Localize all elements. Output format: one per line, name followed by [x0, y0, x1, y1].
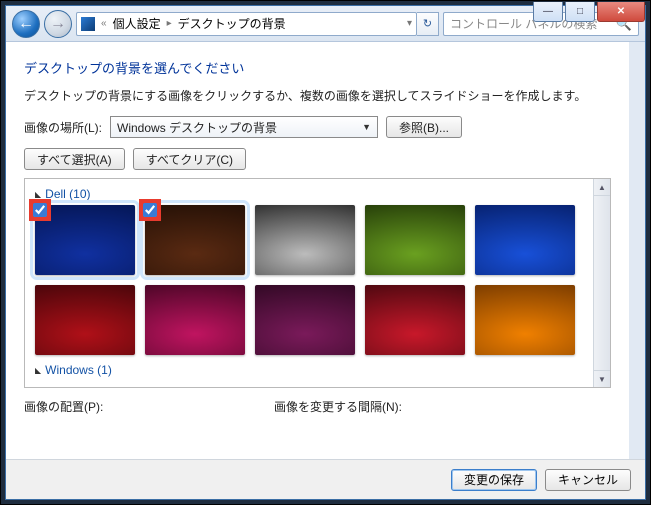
- save-button[interactable]: 変更の保存: [451, 469, 537, 491]
- chevron-icon: ▸: [167, 18, 172, 29]
- interval-label: 画像を変更する間隔(N):: [274, 398, 402, 415]
- group-header-dell-label: Dell (10): [45, 187, 90, 201]
- wallpaper-thumb-dell-brown[interactable]: [145, 205, 245, 275]
- select-all-button[interactable]: すべて選択(A): [24, 148, 125, 170]
- wallpaper-thumb-dell-red[interactable]: [35, 285, 135, 355]
- disclosure-triangle-icon: ◣: [35, 366, 41, 375]
- chevron-down-icon: ▼: [362, 122, 371, 132]
- thumb-checkbox[interactable]: [143, 203, 157, 217]
- forward-button[interactable]: →: [44, 10, 72, 38]
- breadcrumb[interactable]: « 個人設定 ▸ デスクトップの背景 ▾: [76, 12, 417, 36]
- browse-button[interactable]: 参照(B)...: [386, 116, 462, 138]
- window-right-edge: [629, 42, 645, 459]
- disclosure-triangle-icon: ◣: [35, 190, 41, 199]
- thumbnail-grid: [35, 205, 583, 355]
- wallpaper-thumb-dell-orange[interactable]: [475, 285, 575, 355]
- refresh-button[interactable]: ↻: [417, 12, 439, 36]
- location-select-value: Windows デスクトップの背景: [117, 119, 277, 136]
- breadcrumb-item-personalization[interactable]: 個人設定: [113, 15, 161, 32]
- scroll-down-arrow-icon[interactable]: ▼: [594, 370, 610, 387]
- cancel-button[interactable]: キャンセル: [545, 469, 631, 491]
- breadcrumb-dropdown-icon[interactable]: ▾: [407, 18, 412, 29]
- location-select[interactable]: Windows デスクトップの背景 ▼: [110, 116, 378, 138]
- wallpaper-thumb-dell-silver[interactable]: [255, 205, 355, 275]
- wallpaper-thumb-dell-crimson[interactable]: [365, 285, 465, 355]
- thumb-checkbox-wrap: [29, 199, 51, 221]
- back-arrow-icon: ←: [18, 15, 34, 33]
- wallpaper-thumb-dell-royal[interactable]: [475, 205, 575, 275]
- close-button[interactable]: ✕: [597, 2, 645, 22]
- thumb-checkbox[interactable]: [33, 203, 47, 217]
- window-caption-buttons: — □ ✕: [533, 2, 645, 22]
- position-label: 画像の配置(P):: [24, 398, 274, 415]
- wallpaper-thumb-dell-blue[interactable]: [35, 205, 135, 275]
- scroll-up-arrow-icon[interactable]: ▲: [594, 179, 610, 196]
- back-button[interactable]: ←: [12, 10, 40, 38]
- clear-all-button[interactable]: すべてクリア(C): [133, 148, 246, 170]
- wallpaper-list-panel: ◣ Dell (10) ◣ Windows (1) ▲ ▼: [24, 178, 611, 388]
- page-subtext: デスクトップの背景にする画像をクリックするか、複数の画像を選択してスライドショー…: [24, 87, 611, 104]
- dialog-footer: 変更の保存 キャンセル: [6, 459, 645, 499]
- wallpaper-thumb-dell-green[interactable]: [365, 205, 465, 275]
- location-label: 画像の場所(L):: [24, 119, 102, 136]
- breadcrumb-item-desktop-background[interactable]: デスクトップの背景: [178, 15, 286, 32]
- vertical-scrollbar[interactable]: ▲ ▼: [593, 179, 610, 387]
- page-title: デスクトップの背景を選んでください: [24, 58, 611, 77]
- minimize-button[interactable]: —: [533, 2, 563, 22]
- control-panel-icon: [81, 17, 95, 31]
- thumb-checkbox-wrap: [139, 199, 161, 221]
- group-header-dell[interactable]: ◣ Dell (10): [35, 187, 583, 201]
- breadcrumb-prefix: «: [101, 18, 107, 29]
- wallpaper-thumb-dell-magenta[interactable]: [145, 285, 245, 355]
- maximize-button[interactable]: □: [565, 2, 595, 22]
- wallpaper-thumb-dell-purple[interactable]: [255, 285, 355, 355]
- group-header-windows-label: Windows (1): [45, 363, 112, 377]
- forward-arrow-icon: →: [50, 15, 66, 33]
- group-header-windows[interactable]: ◣ Windows (1): [35, 363, 583, 377]
